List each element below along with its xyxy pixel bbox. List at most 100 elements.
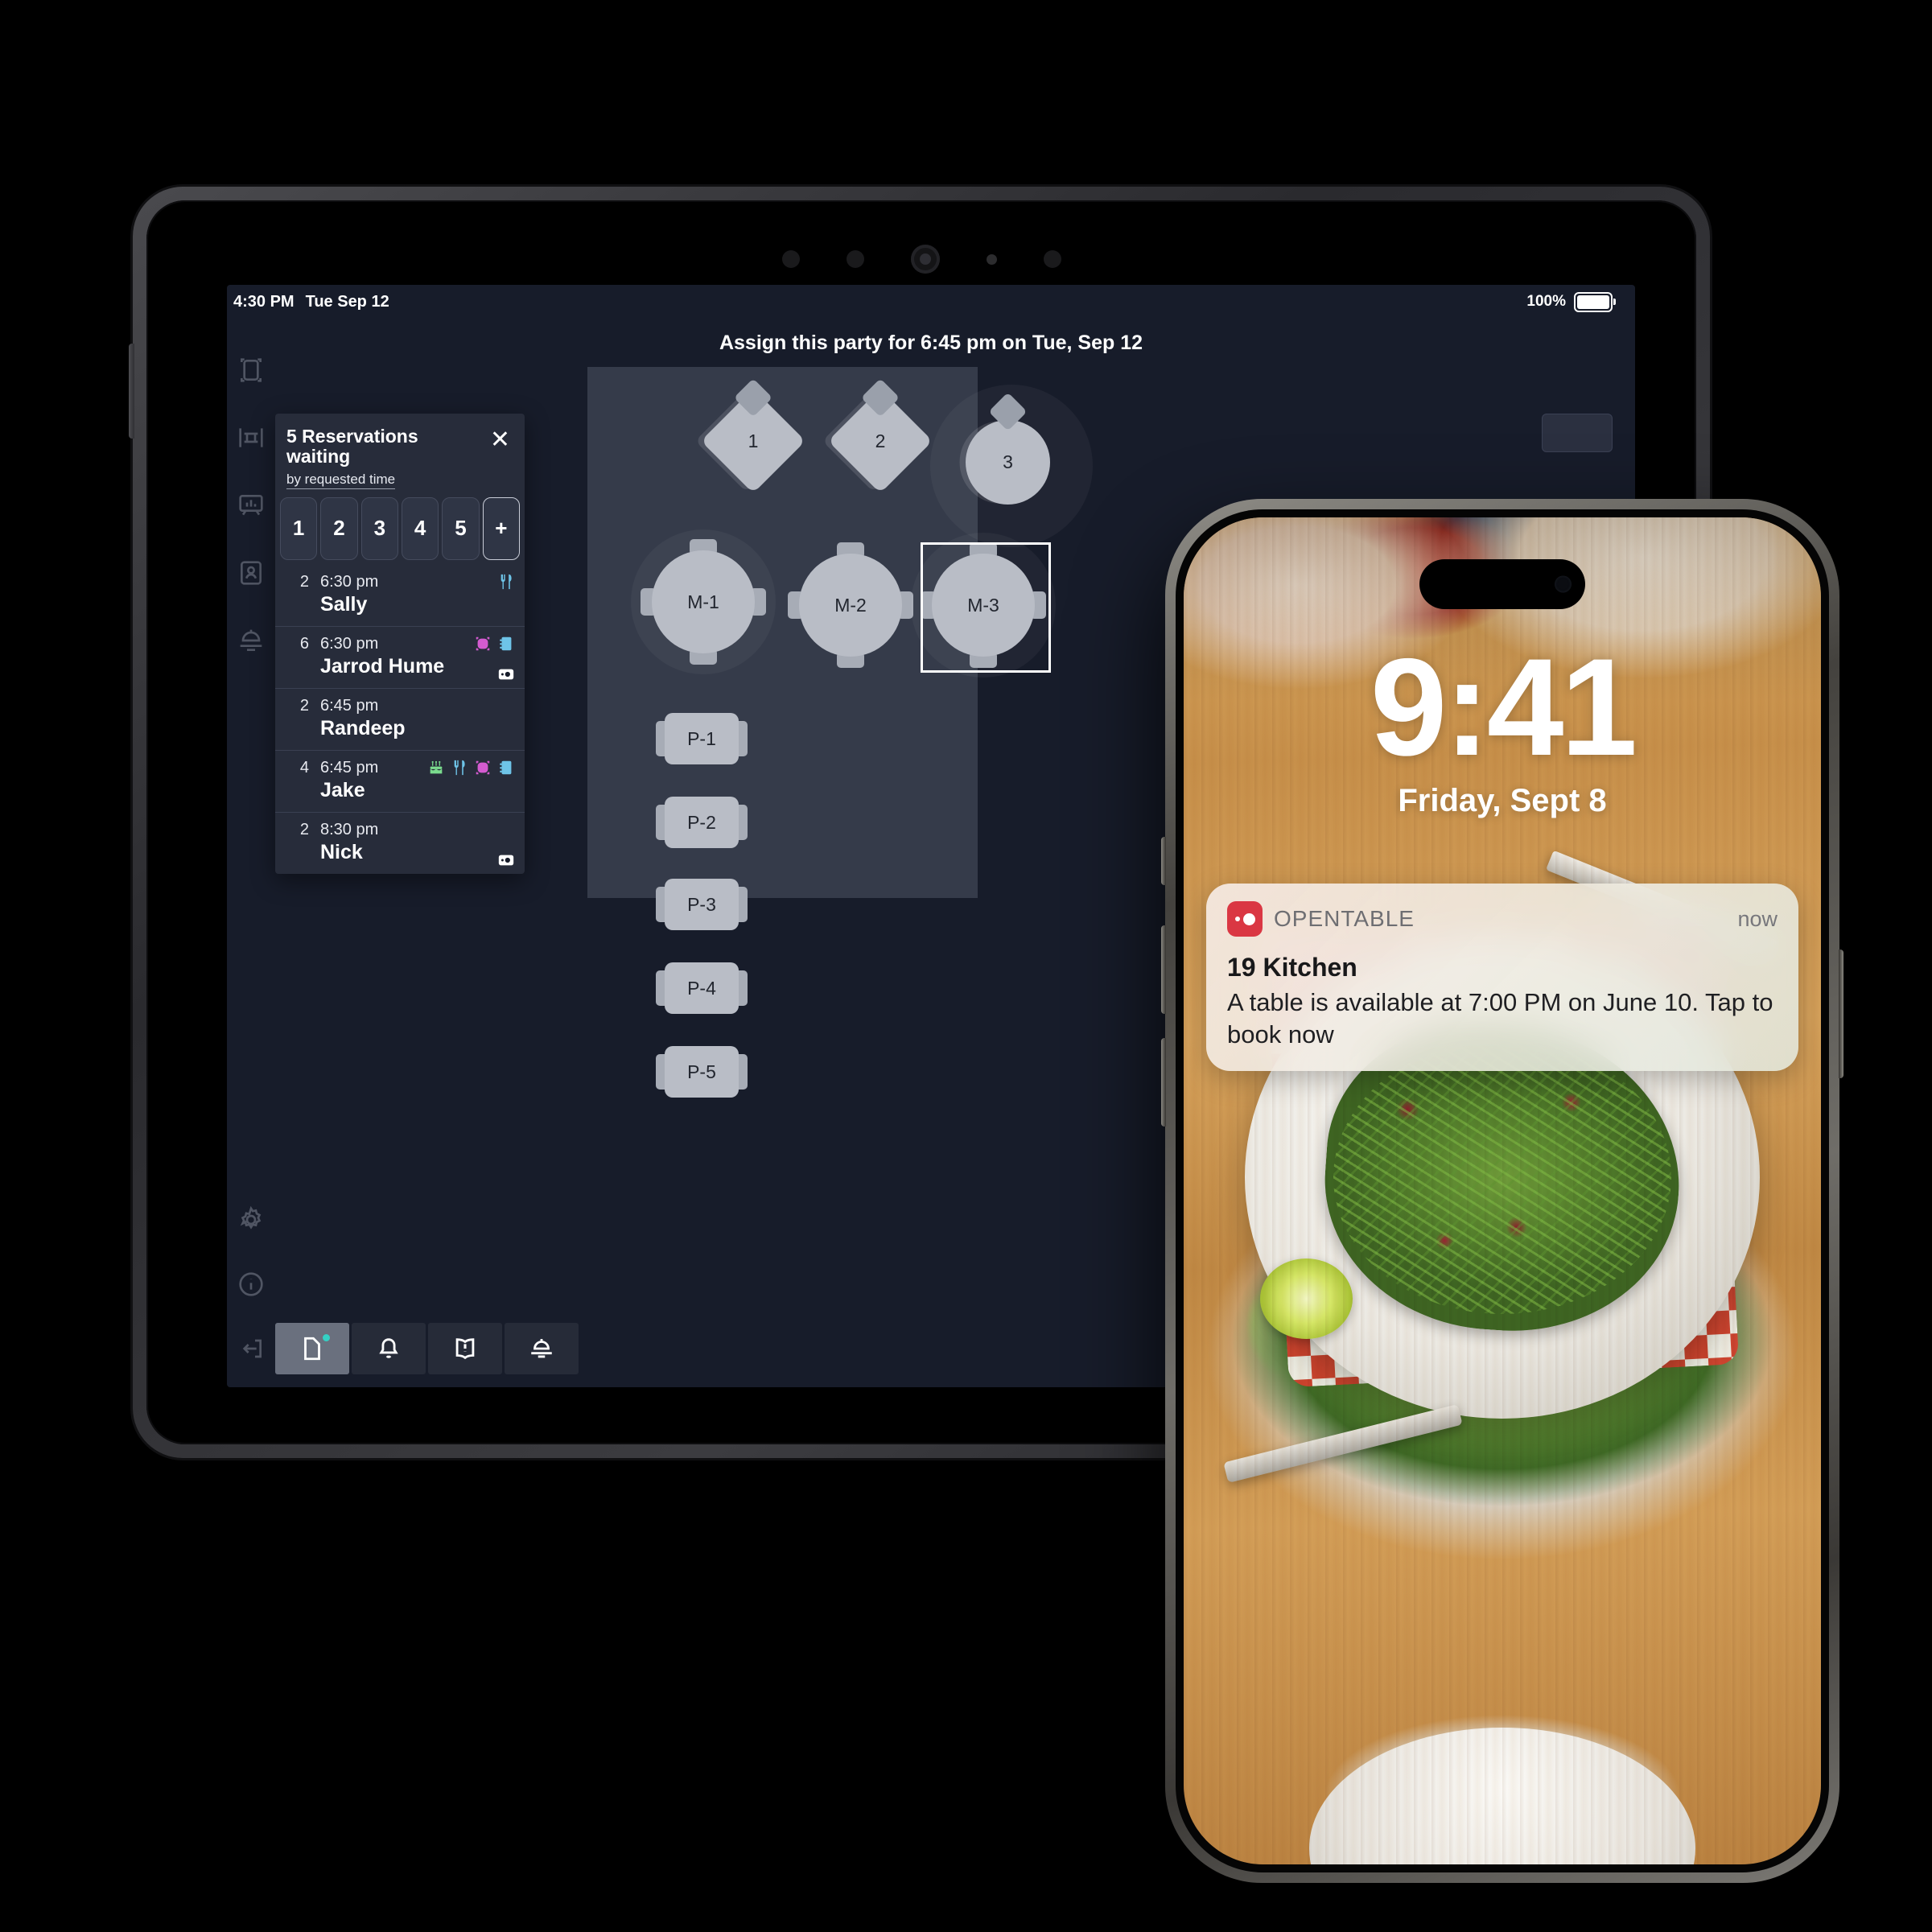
floor-plan-icon[interactable] (235, 354, 267, 386)
table-label: 1 (748, 430, 759, 451)
lock-screen-date: Friday, Sept 8 (1398, 783, 1607, 818)
settings-gear-icon[interactable] (235, 1204, 267, 1236)
party-size: 4 (299, 758, 309, 777)
reservation-time: 6:45 pm (320, 696, 379, 715)
ipad-sensor-dot (781, 250, 800, 268)
notification-badge-dot (323, 1334, 330, 1341)
table-row[interactable]: 4 6:45 pm Jake (275, 749, 525, 812)
ipad-sensor-dot (846, 250, 864, 268)
opentable-app-icon (1227, 901, 1263, 937)
party-size-chip-3[interactable]: 3 (360, 496, 398, 560)
iphone-device: 9:41 Friday, Sept 8 OPENTABLE now 19 Kit… (1161, 499, 1843, 1883)
logout-icon[interactable] (235, 1333, 267, 1365)
lock-screen-clock: 9:41 (1370, 630, 1637, 785)
table-label: P-4 (687, 977, 716, 999)
table-3-corner[interactable]: 3 (930, 385, 1093, 547)
table-row[interactable]: 2 6:45 pm Randeep (275, 687, 525, 750)
table-label: P-5 (687, 1061, 716, 1082)
dynamic-island (1419, 559, 1585, 609)
notification-banner[interactable]: OPENTABLE now 19 Kitchen A table is avai… (1206, 884, 1798, 1072)
iphone-volume-up-button[interactable] (1161, 925, 1166, 1014)
guest-name: Sally (320, 592, 368, 616)
guest-name: Nick (320, 840, 363, 863)
table-p-4[interactable]: P-4 (656, 962, 748, 1014)
sliders-icon[interactable] (235, 422, 267, 454)
status-date: Tue Sep 12 (305, 292, 389, 311)
guestbook-icon[interactable] (235, 557, 267, 589)
table-label: P-1 (687, 727, 716, 749)
table-label: 2 (875, 430, 886, 451)
party-size-chip-2[interactable]: 2 (320, 496, 358, 560)
iphone-volume-down-button[interactable] (1161, 1038, 1166, 1127)
info-icon[interactable] (235, 1268, 267, 1300)
notification-body: A table is available at 7:00 PM on June … (1227, 988, 1773, 1048)
battery-icon (1574, 291, 1616, 312)
iphone-lock-screen: 9:41 Friday, Sept 8 OPENTABLE now 19 Kit… (1184, 517, 1821, 1864)
reservations-panel-header: 5 Reservations waiting by requested time… (275, 414, 525, 497)
table-m-1[interactable]: M-1 (631, 529, 776, 674)
reservation-time: 6:30 pm (320, 634, 379, 653)
party-size-chip-4[interactable]: 4 (401, 496, 439, 560)
table-label: P-3 (687, 893, 716, 915)
party-size-chip-more[interactable]: + (482, 496, 520, 560)
ipad-sensor-dot (986, 253, 997, 265)
assign-party-banner: Assign this party for 6:45 pm on Tue, Se… (719, 331, 1143, 354)
table-p-3[interactable]: P-3 (656, 879, 748, 930)
table-row[interactable]: 6 6:30 pm Jarrod Hume (275, 625, 525, 688)
reservations-panel-title: 5 Reservations waiting (286, 426, 418, 468)
reservation-time: 6:30 pm (320, 572, 379, 591)
table-row[interactable]: 2 6:30 pm Sally (275, 565, 525, 626)
ipad-camera-row (146, 245, 1696, 274)
table-1[interactable]: 1 (700, 388, 806, 494)
bottom-toolbar (275, 1323, 579, 1374)
photo-icon (497, 851, 515, 869)
status-time: 4:30 PM (233, 292, 295, 311)
reservations-waiting-panel: 5 Reservations waiting by requested time… (275, 414, 525, 874)
party-size-chip-1[interactable]: 1 (280, 496, 318, 560)
notes-icon (497, 635, 515, 653)
floorplan-legend-card[interactable] (1542, 414, 1613, 452)
reservations-sort-link[interactable]: by requested time (286, 472, 396, 489)
ipad-sensor-dot (1043, 250, 1061, 268)
left-nav-rail (227, 319, 275, 1387)
notification-app-name: OPENTABLE (1274, 906, 1415, 931)
table-row[interactable]: 2 8:30 pm Nick (275, 811, 525, 874)
reservations-list: 2 6:30 pm Sally 6 6:30 pm Jarrod Hume 2 … (275, 565, 525, 874)
toolbar-notes-button[interactable] (275, 1323, 349, 1374)
toolbar-service-button[interactable] (505, 1323, 579, 1374)
photo-icon (497, 665, 515, 683)
service-bell-icon[interactable] (235, 624, 267, 657)
reservation-tag-icons (497, 573, 515, 591)
status-bar-right: 100% (1526, 291, 1616, 312)
reservation-time: 6:45 pm (320, 758, 379, 777)
notification-title: 19 Kitchen (1227, 953, 1357, 982)
table-m-2[interactable]: M-2 (788, 542, 913, 668)
party-size-chip-5[interactable]: 5 (442, 496, 480, 560)
floor-plan-canvas[interactable]: 1 2 M-1 M-2 M-3 P-1 P-2 (587, 367, 1056, 898)
table-2[interactable]: 2 (827, 388, 933, 494)
table-label: M-1 (687, 591, 719, 612)
party-size: 2 (299, 820, 309, 838)
table-p-1[interactable]: P-1 (656, 713, 748, 764)
guest-name: Randeep (320, 716, 406, 739)
loyalty-icon (474, 759, 492, 777)
reservation-tag-icons (427, 759, 515, 777)
loyalty-icon (474, 635, 492, 653)
party-size: 2 (299, 696, 309, 715)
cutlery-icon (497, 573, 515, 591)
table-label: 3 (1003, 451, 1013, 472)
close-icon[interactable]: ✕ (487, 426, 513, 454)
table-p-5[interactable]: P-5 (656, 1046, 748, 1098)
iphone-action-button[interactable] (1161, 837, 1166, 885)
birthday-cake-icon (427, 759, 445, 777)
battery-percent-label: 100% (1526, 293, 1566, 310)
dashboard-icon[interactable] (235, 489, 267, 521)
reservation-secondary-icons (497, 851, 515, 869)
toolbar-book-alert-button[interactable] (428, 1323, 502, 1374)
iphone-power-button[interactable] (1839, 950, 1843, 1078)
reservation-time: 8:30 pm (320, 820, 379, 838)
toolbar-alerts-button[interactable] (352, 1323, 426, 1374)
table-p-2[interactable]: P-2 (656, 797, 748, 848)
guest-name: Jarrod Hume (320, 654, 445, 678)
ipad-side-button[interactable] (129, 344, 134, 439)
